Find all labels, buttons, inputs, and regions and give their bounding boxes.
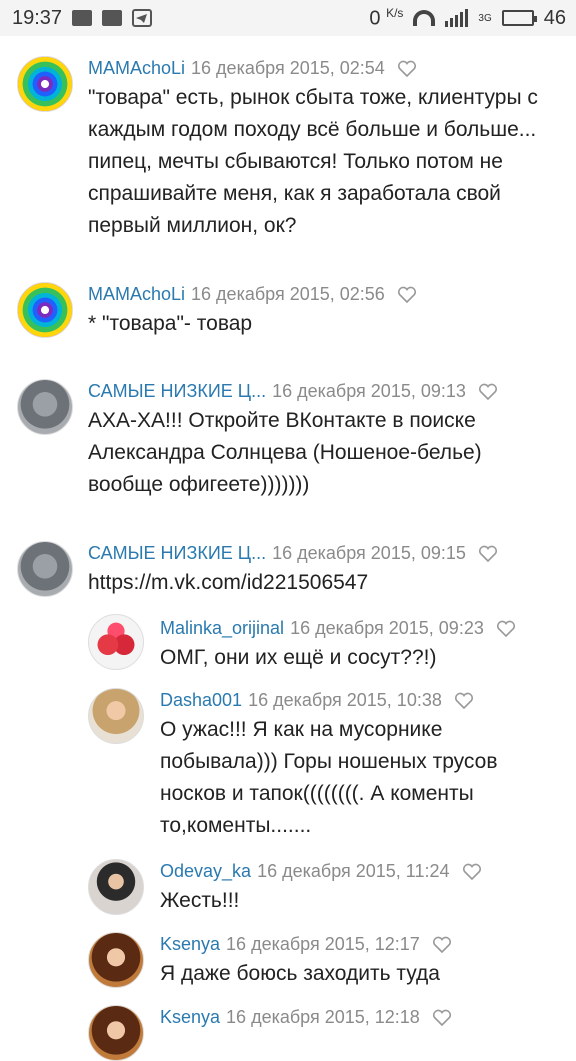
comment-text: * "товара"- товар (88, 312, 253, 335)
avatar[interactable] (88, 932, 144, 988)
wifi-icon (413, 10, 436, 26)
speed-value: 0 (369, 7, 381, 30)
clock: 19:37 (12, 6, 63, 29)
comment-date: 16 декабря 2015, 12:18 (226, 1007, 420, 1027)
avatar[interactable] (17, 56, 73, 112)
network-speed: 0 K/s (369, 6, 403, 31)
author-name[interactable]: САМЫЕ НИЗКИЕ Ц... (88, 543, 266, 564)
comment-date: 16 декабря 2015, 12:17 (226, 934, 420, 954)
comment-meta: Ksenya 16 декабря 2015, 12:17 (160, 934, 452, 955)
comment-meta: MAMAchoLi 16 декабря 2015, 02:54 (88, 58, 417, 79)
author-name[interactable]: Odevay_ka (160, 861, 251, 882)
comment-text: ОМГ, они их ещё и сосут??!) (160, 646, 437, 669)
comment-link[interactable]: https://m.vk.com/id221506547 (88, 567, 548, 599)
comment-date: 16 декабря 2015, 09:15 (272, 543, 466, 563)
heart-icon[interactable] (397, 60, 417, 78)
comment-meta: Malinka_orijinal 16 декабря 2015, 09:23 (160, 618, 516, 639)
comment-text: "товара" есть, рынок сбыта тоже, клиенту… (88, 86, 538, 237)
comment-meta: САМЫЕ НИЗКИЕ Ц... 16 декабря 2015, 09:13 (88, 381, 498, 402)
comment-date: 16 декабря 2015, 02:54 (191, 58, 385, 78)
comment-text: О ужас!!! Я как на мусорнике побывала)))… (160, 718, 498, 837)
mail-notification-icon (72, 10, 93, 26)
comment-text: АХА-ХА!!! Откройте ВКонтакте в поиске Ал… (88, 409, 482, 496)
author-name[interactable]: Malinka_orijinal (160, 618, 284, 639)
status-right: 0 K/s 3G 46 (369, 6, 566, 31)
comment-meta: Ksenya 16 декабря 2015, 12:18 (160, 1007, 452, 1028)
heart-icon[interactable] (397, 286, 417, 304)
comment-date: 16 декабря 2015, 09:13 (272, 381, 466, 401)
author-name[interactable]: MAMAchoLi (88, 58, 185, 79)
author-name[interactable]: САМЫЕ НИЗКИЕ Ц... (88, 381, 266, 402)
status-left: 19:37 (12, 6, 153, 30)
avatar[interactable] (88, 859, 144, 915)
comment-meta: MAMAchoLi 16 декабря 2015, 02:56 (88, 284, 417, 305)
avatar[interactable] (88, 688, 144, 744)
network-type: 3G (478, 12, 492, 24)
avatar[interactable] (17, 379, 73, 435)
heart-icon[interactable] (454, 692, 474, 710)
comment-meta: Odevay_ka 16 декабря 2015, 11:24 (160, 861, 482, 882)
comment-date: 16 декабря 2015, 10:38 (248, 690, 442, 710)
avatar[interactable] (17, 282, 73, 338)
speed-unit: K/s (386, 5, 404, 20)
heart-icon[interactable] (478, 545, 498, 563)
heart-icon[interactable] (432, 936, 452, 954)
comment-date: 16 декабря 2015, 11:24 (257, 861, 450, 881)
author-name[interactable]: Ksenya (160, 934, 220, 955)
status-bar: 19:37 0 K/s 3G 46 (0, 0, 576, 36)
avatar[interactable] (17, 541, 73, 597)
comment-meta: САМЫЕ НИЗКИЕ Ц... 16 декабря 2015, 09:15 (88, 543, 498, 564)
avatar[interactable] (88, 1005, 144, 1061)
author-name[interactable]: Ksenya (160, 1007, 220, 1028)
comment-date: 16 декабря 2015, 09:23 (290, 618, 484, 638)
author-name[interactable]: MAMAchoLi (88, 284, 185, 305)
battery-percent: 46 (543, 6, 566, 29)
sd-card-icon (102, 10, 123, 26)
author-name[interactable]: Dasha001 (160, 690, 242, 711)
battery-icon (501, 10, 537, 26)
comment-text: Жесть!!! (160, 889, 240, 912)
heart-icon[interactable] (462, 863, 482, 881)
heart-icon[interactable] (478, 383, 498, 401)
heart-icon[interactable] (496, 620, 516, 638)
comment-date: 16 декабря 2015, 02:56 (191, 284, 385, 304)
telegram-icon (132, 9, 153, 27)
comment-text: Я даже боюсь заходить туда (160, 962, 440, 985)
signal-icon (445, 9, 469, 27)
comment-meta: Dasha001 16 декабря 2015, 10:38 (160, 690, 474, 711)
avatar[interactable] (88, 614, 144, 670)
